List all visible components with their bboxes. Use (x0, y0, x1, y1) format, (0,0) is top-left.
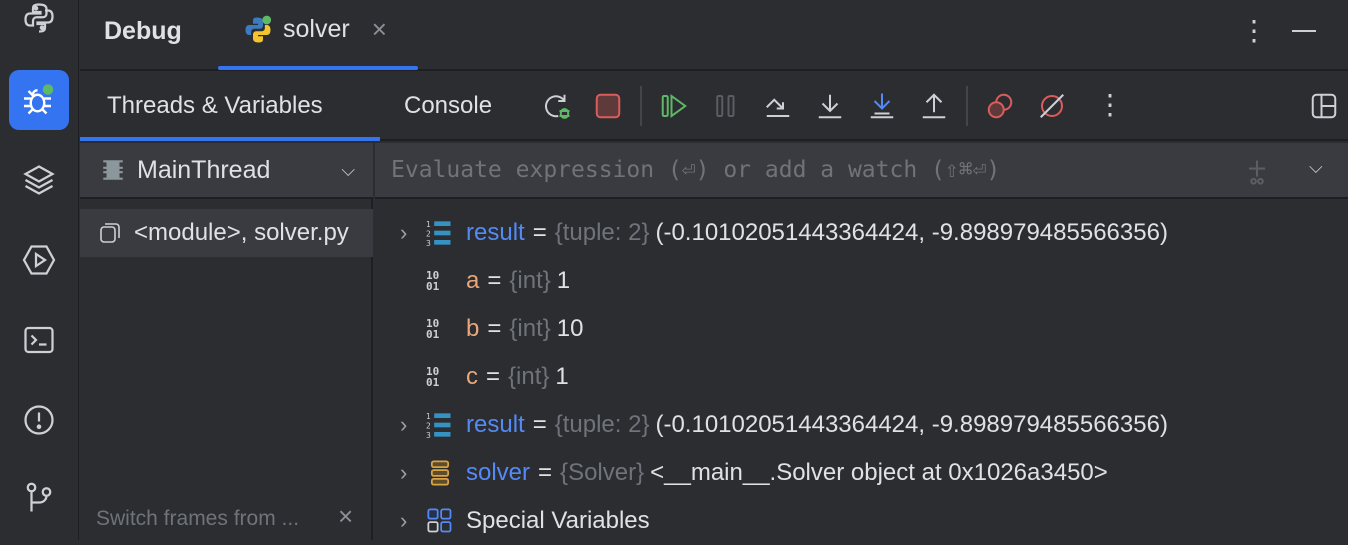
equals-sign: = (538, 459, 553, 486)
variable-name: a (466, 267, 480, 294)
services-icon[interactable] (9, 230, 69, 290)
variable-row[interactable]: 10 01 a = {int} 1 (400, 257, 570, 305)
variable-value: <__main__.Solver object at 0x1026a3450> (650, 459, 1108, 486)
step-into-button[interactable] (812, 88, 848, 124)
variable-name: result (466, 219, 525, 246)
watch-dropdown-icon[interactable]: ⌵ (1309, 157, 1323, 178)
view-breakpoints-button[interactable] (982, 88, 1018, 124)
variable-name: b (466, 315, 480, 342)
rerun-button[interactable] (539, 88, 575, 124)
terminal-icon[interactable] (9, 310, 69, 370)
debug-title: Debug (104, 17, 182, 45)
variable-row[interactable]: › Special Variables (400, 497, 650, 545)
variable-name: result (466, 411, 525, 438)
debug-header: Debug solver × ⋮ (80, 0, 1348, 71)
problems-icon[interactable] (9, 390, 69, 450)
pause-button[interactable] (708, 88, 744, 124)
variable-value: 1 (556, 267, 571, 294)
thread-selector[interactable]: MainThread ⌵ (80, 143, 373, 199)
layers-icon[interactable] (9, 150, 69, 210)
stop-button[interactable] (590, 88, 626, 124)
frame-label: <module>, solver.py (134, 219, 349, 246)
int-icon: 10 01 (426, 317, 440, 341)
equals-sign: = (486, 363, 501, 390)
resume-button[interactable] (656, 88, 692, 124)
evaluate-bar: ⌵ (375, 143, 1348, 199)
variable-name: solver (466, 459, 531, 486)
git-icon[interactable] (9, 468, 69, 528)
thread-icon (103, 160, 123, 180)
variable-row[interactable]: › 1 2 3 result = {tuple: 2} (-0.101020514433644… (400, 401, 1168, 449)
variable-row[interactable]: › solver = {Solver} <__main__.Solver object … (400, 449, 1108, 497)
thread-name: MainThread (137, 155, 271, 184)
int-icon: 10 01 (426, 269, 440, 293)
chevron-right-icon[interactable]: › (400, 220, 426, 246)
tab-solver[interactable]: solver × (243, 14, 387, 45)
python-console-icon[interactable] (9, 0, 69, 48)
tab-console[interactable]: Console (404, 92, 492, 120)
tab-solver-label: solver (283, 15, 350, 43)
equals-sign: = (487, 267, 502, 294)
svg-text:1: 1 (426, 220, 431, 229)
variable-value: 1 (555, 363, 569, 390)
threads-panel: MainThread ⌵ <module>, solver.py Switch … (80, 143, 373, 540)
chevron-down-icon[interactable]: ⌵ (341, 160, 355, 181)
variable-name: Special Variables (466, 507, 650, 534)
tool-window-sidebar (0, 0, 79, 540)
variable-name: c (466, 363, 478, 390)
evaluate-expression-input[interactable] (375, 143, 1215, 197)
chevron-right-icon[interactable]: › (400, 460, 426, 486)
chevron-right-icon[interactable]: › (400, 412, 426, 438)
svg-text:2: 2 (426, 422, 431, 431)
tuple-icon: 123 (426, 411, 466, 439)
frame-row[interactable]: <module>, solver.py (80, 209, 373, 257)
svg-text:3: 3 (426, 239, 431, 247)
minimize-icon[interactable] (1292, 30, 1316, 32)
svg-text:1: 1 (426, 412, 431, 421)
variable-type: {Solver} (560, 459, 645, 486)
close-hint-icon[interactable]: × (338, 501, 353, 532)
frame-icon (100, 223, 120, 243)
variable-type: {tuple: 2} (554, 219, 650, 246)
variable-type: {tuple: 2} (554, 411, 650, 438)
special-icon (426, 507, 466, 535)
close-tab-icon[interactable]: × (372, 14, 387, 45)
step-out-button[interactable] (916, 88, 952, 124)
tuple-icon: 123 (426, 219, 466, 247)
more-actions-icon[interactable]: ⋮ (1096, 88, 1124, 121)
toolbar-separator (640, 86, 642, 126)
svg-text:2: 2 (426, 230, 431, 239)
variable-type: {int} (508, 363, 550, 390)
add-watch-icon[interactable] (1243, 157, 1271, 187)
equals-sign: = (487, 315, 502, 342)
int-icon: 10 01 (426, 365, 440, 389)
variable-type: {int} (509, 267, 551, 294)
debug-icon[interactable] (9, 70, 69, 130)
tab-threads-variables[interactable]: Threads & Variables (107, 92, 323, 120)
equals-sign: = (532, 411, 547, 438)
toolbar-separator (966, 86, 968, 126)
more-options-icon[interactable]: ⋮ (1240, 14, 1268, 47)
svg-text:3: 3 (426, 431, 431, 439)
variable-row[interactable]: 10 01 c = {int} 1 (400, 353, 569, 401)
variable-value: (-0.10102051443364424, -9.89897948556635… (655, 411, 1168, 438)
active-subtab-indicator (80, 137, 380, 141)
active-tab-indicator (218, 66, 418, 70)
debug-toolbar: Threads & Variables Console ⋮ (80, 72, 1348, 141)
step-into-my-code-button[interactable] (864, 88, 900, 124)
layout-settings-button[interactable] (1306, 88, 1342, 124)
variable-row[interactable]: 10 01 b = {int} 10 (400, 305, 583, 353)
python-icon (245, 15, 272, 42)
switch-frames-hint: Switch frames from ... (96, 507, 300, 530)
step-over-button[interactable] (760, 88, 796, 124)
chevron-right-icon[interactable]: › (400, 508, 426, 534)
variable-value: (-0.10102051443364424, -9.89897948556635… (655, 219, 1168, 246)
mute-breakpoints-button[interactable] (1034, 88, 1070, 124)
object-icon (426, 459, 466, 487)
variable-row[interactable]: › 1 2 3 result = {tuple: 2} (-0.101020514433644… (400, 209, 1168, 257)
variable-value: 10 (556, 315, 584, 342)
variable-type: {int} (509, 315, 551, 342)
equals-sign: = (532, 219, 547, 246)
